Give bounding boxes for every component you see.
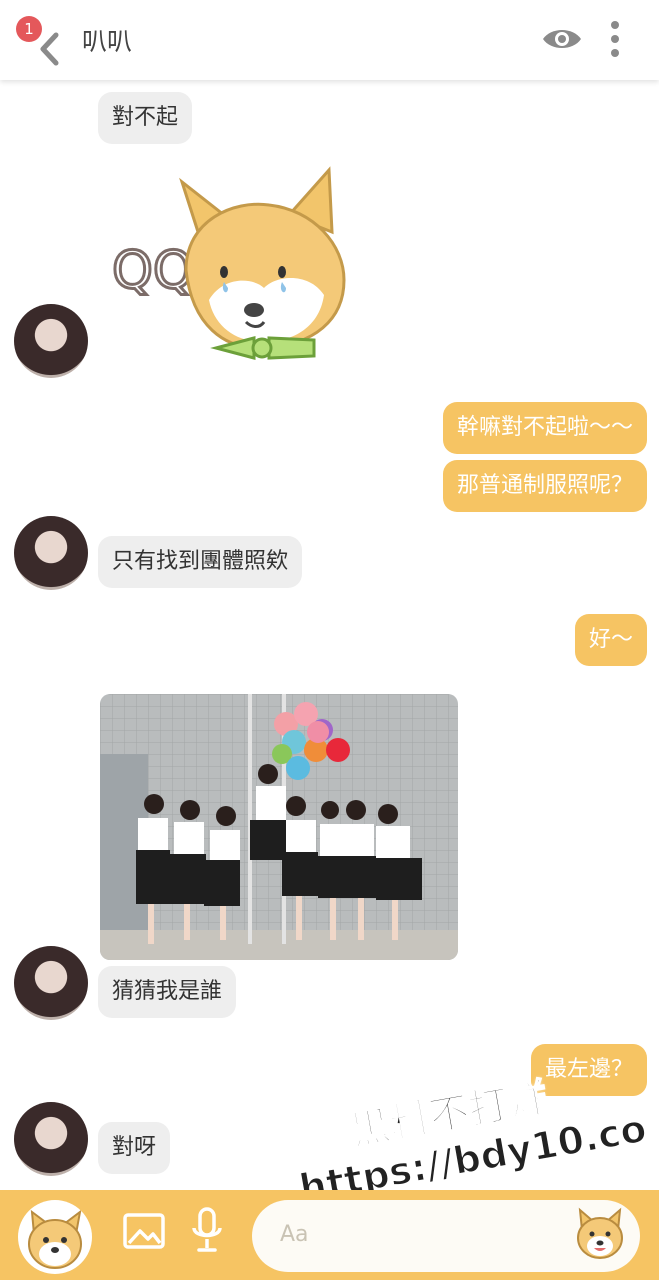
microphone-button[interactable] xyxy=(190,1206,224,1254)
contact-avatar[interactable] xyxy=(14,946,88,1020)
more-vertical-icon xyxy=(611,21,619,57)
outgoing-message[interactable]: 好～ xyxy=(574,614,647,666)
message-input-placeholder: Aa xyxy=(280,1222,309,1247)
contact-avatar[interactable] xyxy=(14,304,88,378)
top-bar: 1 叭叭 xyxy=(0,0,659,80)
eye-button[interactable] xyxy=(540,22,584,56)
image-button[interactable] xyxy=(122,1212,166,1250)
eye-icon xyxy=(543,30,581,48)
back-button[interactable]: 1 xyxy=(8,8,68,72)
incoming-message[interactable]: 對呀 xyxy=(98,1122,171,1174)
outgoing-message[interactable]: 幹嘛對不起啦～～ xyxy=(442,402,647,454)
unread-badge: 1 xyxy=(16,16,42,42)
image-icon xyxy=(123,1213,165,1249)
incoming-message[interactable]: 對不起 xyxy=(98,92,193,144)
sticker-button[interactable] xyxy=(572,1206,628,1264)
chat-title: 叭叭 xyxy=(82,27,133,56)
shiba-crying-sticker[interactable]: QQ xyxy=(104,160,354,370)
more-options-button[interactable] xyxy=(602,18,628,60)
outgoing-message[interactable]: 那普通制服照呢？ xyxy=(442,460,647,512)
composer-bar: Aa xyxy=(0,1190,659,1280)
microphone-icon xyxy=(192,1207,222,1252)
profile-button[interactable] xyxy=(18,1200,92,1274)
incoming-message[interactable]: 只有找到團體照欸 xyxy=(98,536,303,588)
group-photo[interactable] xyxy=(100,694,458,960)
shiba-avatar-icon xyxy=(28,1209,82,1269)
contact-avatar[interactable] xyxy=(14,516,88,590)
contact-avatar[interactable] xyxy=(14,1102,88,1176)
incoming-message[interactable]: 猜猜我是誰 xyxy=(98,966,237,1018)
message-input[interactable]: Aa xyxy=(252,1200,640,1272)
chevron-left-icon xyxy=(40,32,59,66)
watermark: 黑料不打烊 https://bdy10.co xyxy=(286,1046,659,1211)
shiba-sticker-icon xyxy=(577,1207,623,1259)
sticker-text: QQ xyxy=(112,241,194,301)
